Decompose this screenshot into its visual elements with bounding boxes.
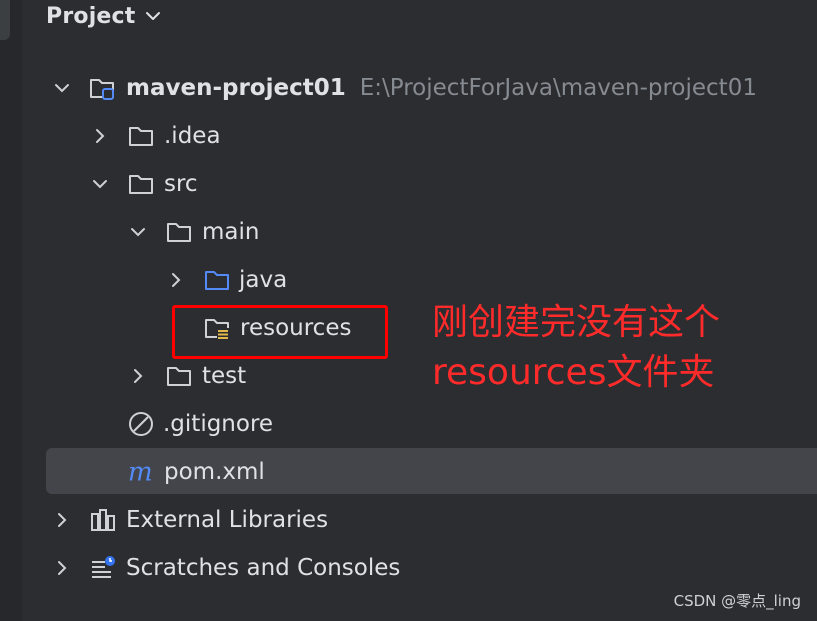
scratches-icon bbox=[89, 554, 117, 582]
tree-item-label: .idea bbox=[164, 123, 221, 149]
tree-row-scratches[interactable]: Scratches and Consoles bbox=[0, 545, 817, 591]
folder-icon bbox=[165, 362, 193, 390]
tree-item-label: src bbox=[164, 171, 198, 197]
strip-scroll-thumb[interactable] bbox=[0, 0, 10, 40]
project-view-header[interactable]: Project bbox=[46, 0, 162, 32]
root-module-name: maven-project01 bbox=[126, 75, 346, 101]
tree-row-pom[interactable]: m pom.xml bbox=[0, 449, 817, 495]
chevron-down-icon[interactable] bbox=[52, 78, 72, 98]
tree-row-root[interactable]: maven-project01 E:\ProjectForJava\maven-p… bbox=[0, 65, 817, 111]
folder-icon bbox=[165, 218, 193, 246]
watermark: CSDN @零点_ling bbox=[673, 592, 801, 610]
library-icon bbox=[89, 506, 117, 534]
tree-item-label: Scratches and Consoles bbox=[126, 555, 401, 581]
tree-item-label: External Libraries bbox=[126, 507, 329, 533]
tree-row-src[interactable]: src bbox=[0, 161, 817, 207]
source-folder-icon bbox=[203, 266, 231, 294]
svg-text:m: m bbox=[128, 458, 153, 486]
tree-item-label: pom.xml bbox=[164, 459, 265, 485]
tree-row-external-libraries[interactable]: External Libraries bbox=[0, 497, 817, 543]
annotation-line-1: 刚创建完没有这个 bbox=[432, 302, 721, 343]
chevron-right-icon[interactable] bbox=[166, 270, 186, 290]
chevron-right-icon[interactable] bbox=[52, 510, 72, 530]
folder-icon bbox=[127, 122, 155, 150]
root-module-path: E:\ProjectForJava\maven-project01 bbox=[359, 75, 757, 101]
tree-item-label: java bbox=[239, 267, 288, 293]
chevron-right-icon[interactable] bbox=[90, 126, 110, 146]
annotation-line-2: resources文件夹 bbox=[432, 352, 715, 393]
tree-item-label: main bbox=[202, 219, 260, 245]
tree-row-main[interactable]: main bbox=[0, 209, 817, 255]
module-folder-icon bbox=[88, 74, 116, 102]
folder-icon bbox=[127, 170, 155, 198]
maven-icon: m bbox=[127, 458, 155, 486]
tree-row-gitignore[interactable]: .gitignore bbox=[0, 401, 817, 447]
ignore-file-icon bbox=[127, 410, 155, 438]
tree-item-label: test bbox=[202, 363, 247, 389]
annotation-text: 刚创建完没有这个 resources文件夹 bbox=[432, 298, 792, 398]
chevron-down-icon[interactable] bbox=[144, 7, 162, 25]
chevron-down-icon[interactable] bbox=[128, 222, 148, 242]
tree-row-java[interactable]: java bbox=[0, 257, 817, 303]
annotation-highlight-box bbox=[172, 305, 388, 359]
tree-item-label: .gitignore bbox=[163, 411, 274, 437]
project-view-title: Project bbox=[46, 3, 136, 29]
chevron-right-icon[interactable] bbox=[128, 366, 148, 386]
chevron-down-icon[interactable] bbox=[90, 174, 110, 194]
tree-row-idea[interactable]: .idea bbox=[0, 113, 817, 159]
chevron-right-icon[interactable] bbox=[52, 558, 72, 578]
